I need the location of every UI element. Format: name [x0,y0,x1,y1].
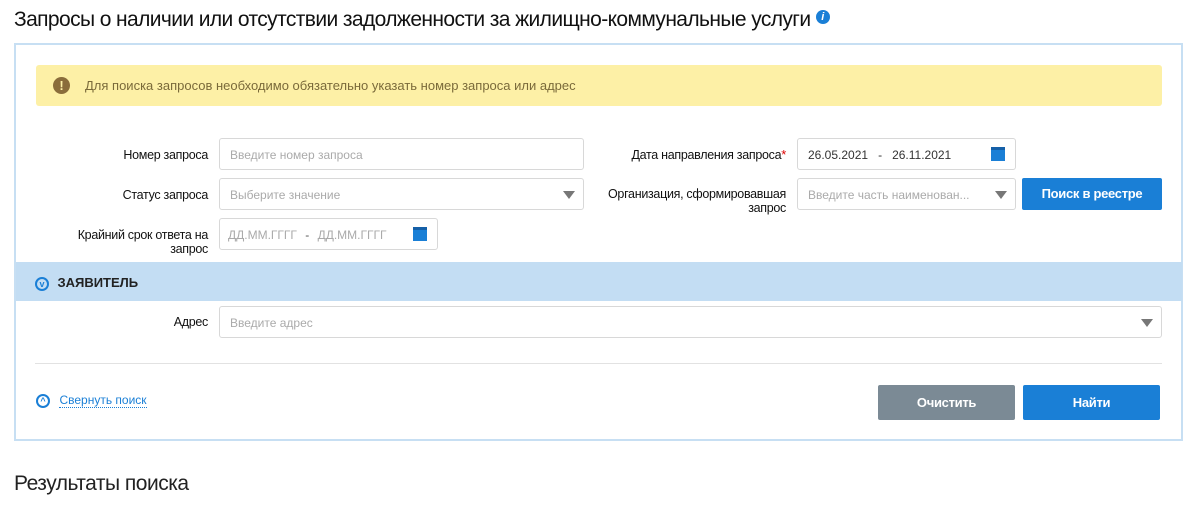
alert-text: Для поиска запросов необходимо обязатель… [85,78,576,93]
deadline-range[interactable]: ДД.ММ.ГГГГ - ДД.ММ.ГГГГ [219,218,438,250]
status-label: Статус запроса [122,188,209,202]
chevron-down-icon: v [35,277,49,291]
divider [35,363,1162,364]
collapse-search-link[interactable]: ^ Свернуть поиск [36,391,147,409]
sent-date-range[interactable]: 26.05.2021-26.11.2021 [797,138,1016,170]
deadline-from[interactable]: ДД.ММ.ГГГГ [228,228,297,242]
status-select[interactable]: Выберите значение [219,178,584,210]
address-label: Адрес [173,315,209,329]
required-mark: * [781,147,786,162]
find-button[interactable]: Найти [1023,385,1160,420]
collapse-search-text[interactable]: Свернуть поиск [59,393,147,408]
number-input[interactable]: Введите номер запроса [219,138,584,170]
calendar-icon[interactable] [991,147,1005,161]
range-sep: - [878,148,883,162]
sent-date-label-text: Дата направления запроса [631,148,782,162]
alert: ! Для поиска запросов необходимо обязател… [36,65,1162,106]
deadline-to[interactable]: ДД.ММ.ГГГГ [318,228,387,242]
page-title-text: Запросы о наличии или отсутствии задолже… [14,8,811,31]
applicant-section-header[interactable]: v ЗАЯВИТЕЛЬ [16,262,1182,301]
exclamation-icon: ! [53,77,70,94]
caret-down-icon [1141,319,1153,327]
sent-date-from[interactable]: 26.05.2021 [808,148,868,162]
org-placeholder: Введите часть наименован... [808,188,970,202]
info-icon[interactable]: i [815,10,830,24]
applicant-section-title: ЗАЯВИТЕЛЬ [57,275,139,290]
caret-down-icon [995,191,1007,199]
calendar-icon[interactable] [413,227,427,241]
chevron-up-icon: ^ [36,394,50,408]
status-placeholder: Выберите значение [230,188,341,202]
sent-date-to[interactable]: 26.11.2021 [892,148,951,162]
caret-down-icon [563,191,575,199]
results-title: Результаты поиска [14,472,189,495]
sent-date-label: Дата направления запроса* [600,147,786,163]
address-select[interactable]: Введите адрес [219,306,1162,338]
registry-search-button[interactable]: Поиск в реестре [1022,178,1162,210]
org-label: Организация, сформировавшая запрос [608,187,786,215]
number-label: Номер запроса [123,148,208,162]
address-placeholder: Введите адрес [230,316,313,330]
page-title: Запросы о наличии или отсутствии задолже… [14,8,830,32]
deadline-label: Крайний срок ответа на запрос [77,228,209,256]
clear-button[interactable]: Очистить [878,385,1015,420]
range-sep: - [305,228,310,242]
org-select[interactable]: Введите часть наименован... [797,178,1016,210]
